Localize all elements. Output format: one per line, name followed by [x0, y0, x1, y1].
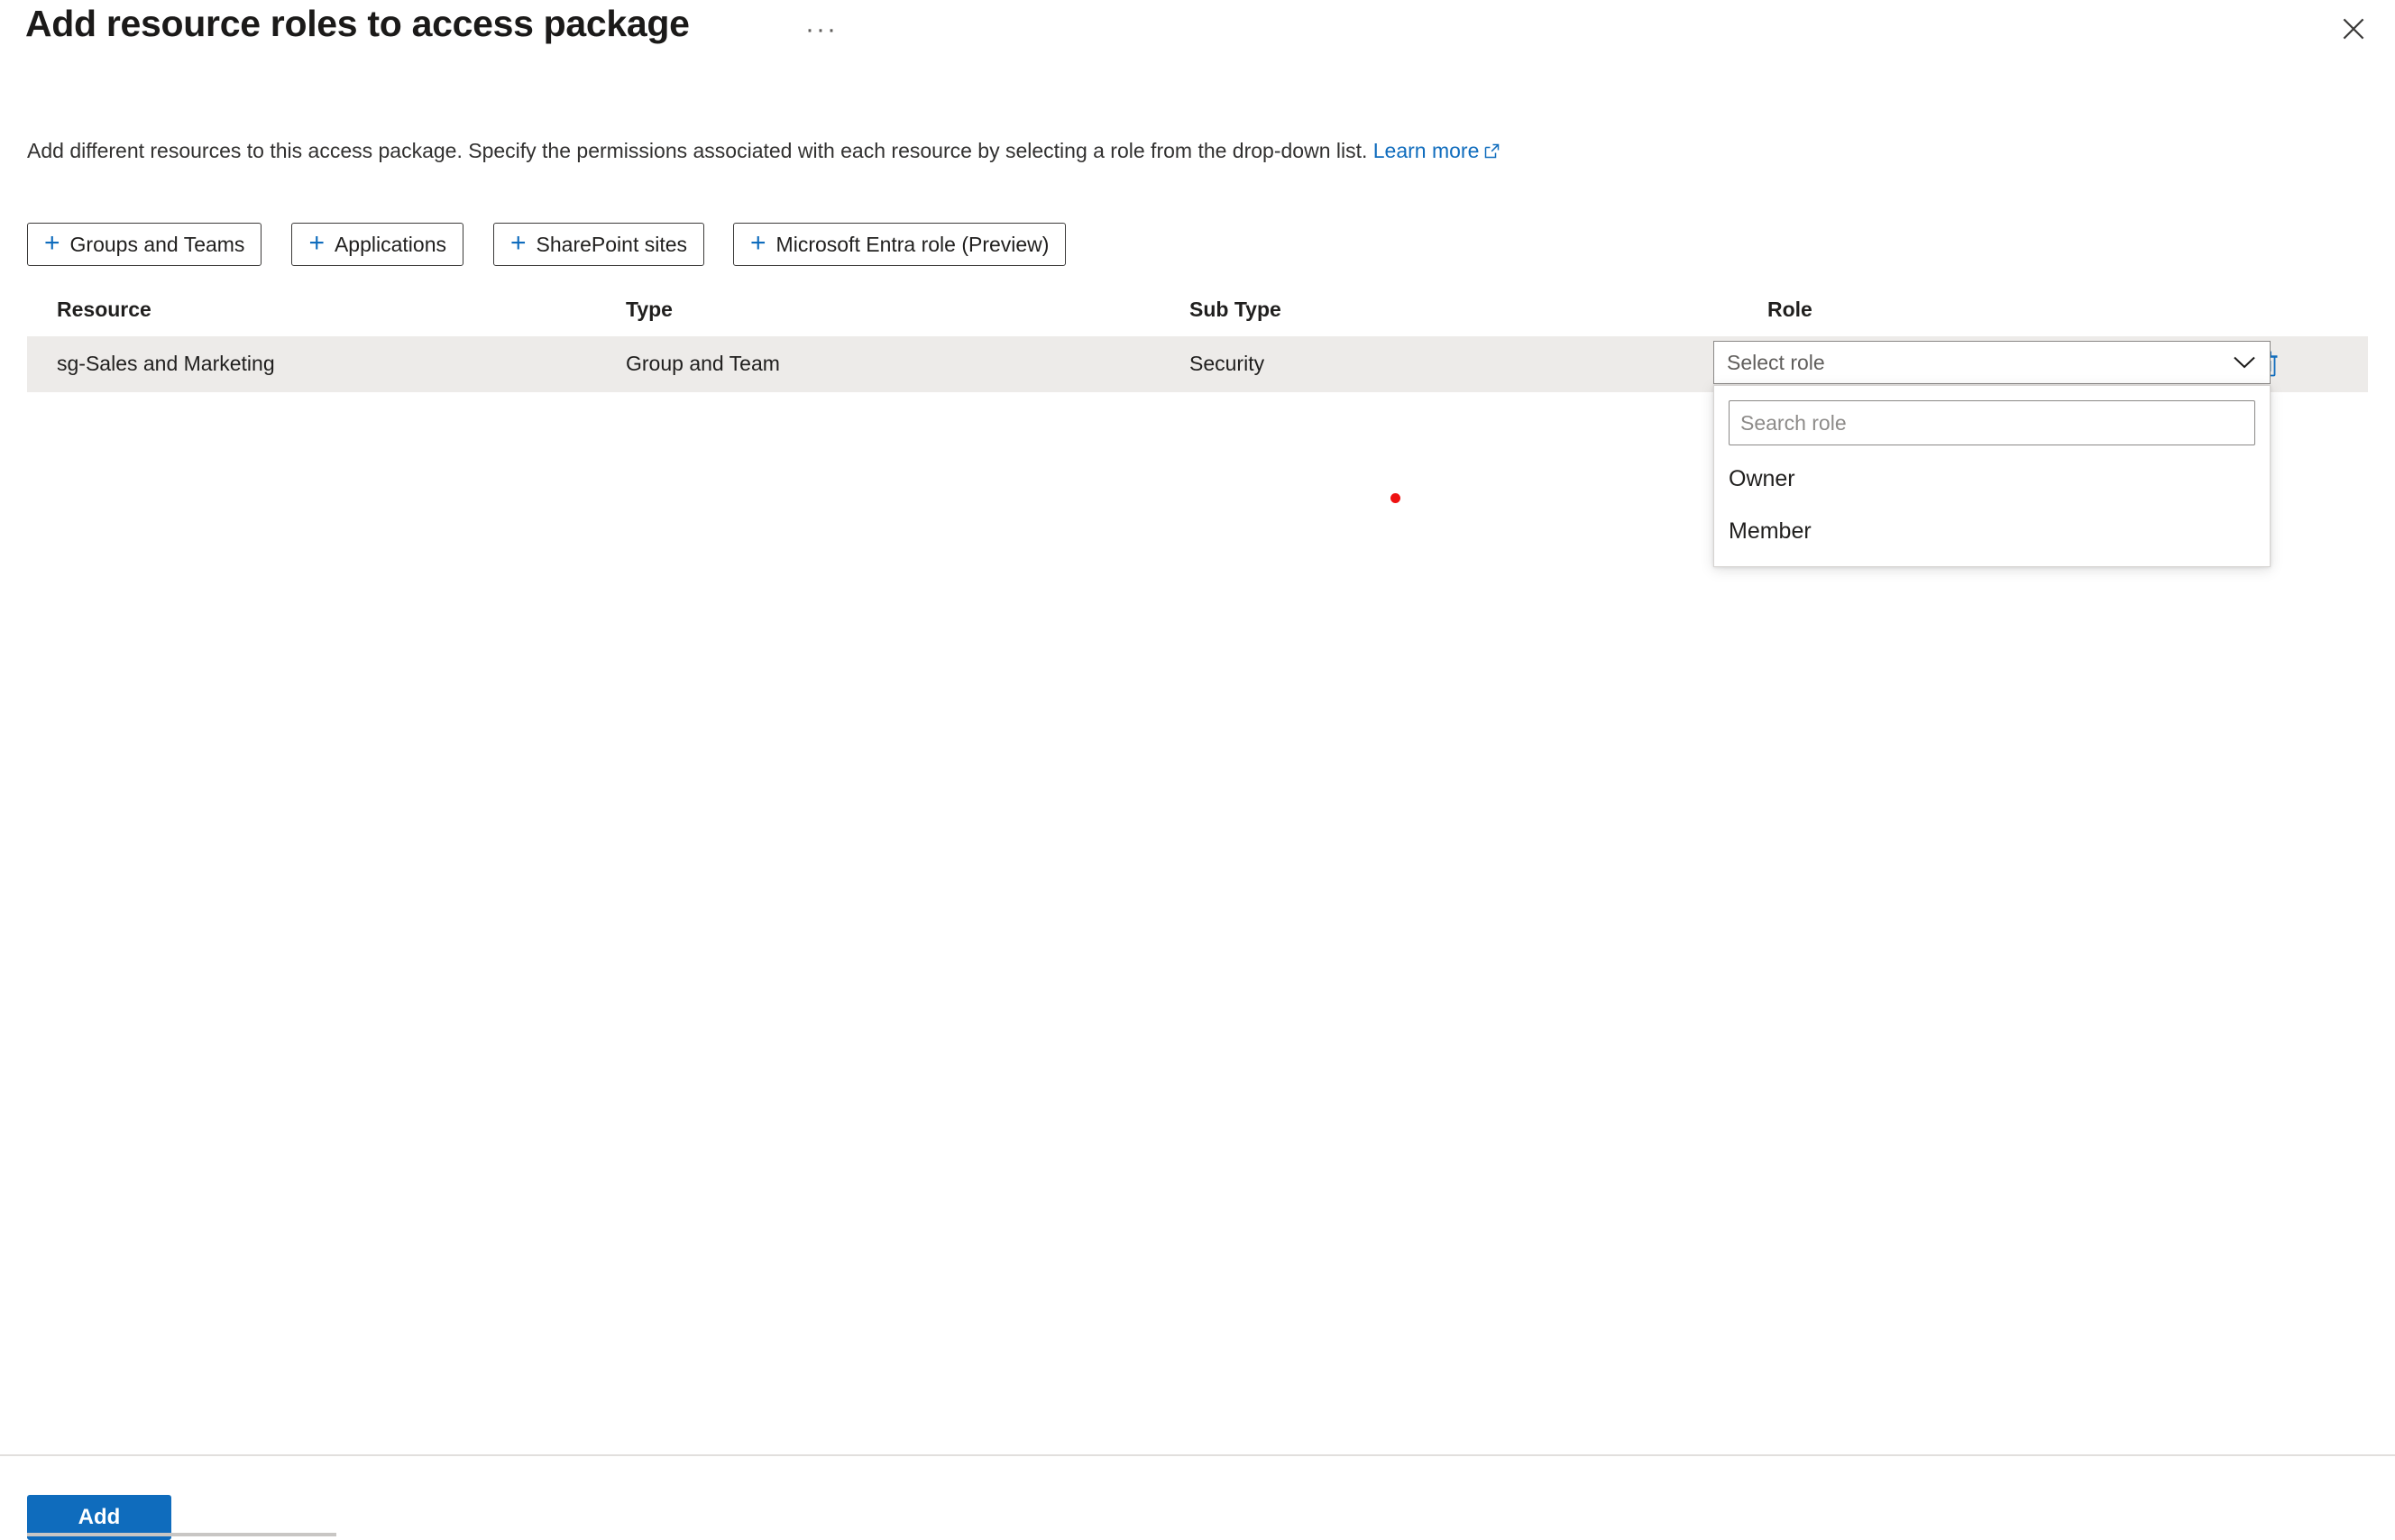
add-sharepoint-sites-label: SharePoint sites [536, 232, 688, 256]
footer-underline [27, 1533, 336, 1536]
column-header-sub-type: Sub Type [1189, 298, 1281, 321]
add-applications-label: Applications [334, 232, 446, 256]
add-groups-and-teams-label: Groups and Teams [69, 232, 245, 256]
add-groups-and-teams-button[interactable]: + Groups and Teams [27, 223, 262, 266]
role-option-member[interactable]: Member [1714, 505, 2270, 557]
plus-icon: + [308, 228, 325, 258]
role-search-input[interactable] [1729, 400, 2255, 445]
add-resource-command-bar: + Groups and Teams + Applications + Shar… [27, 223, 1067, 266]
plus-icon: + [750, 228, 766, 258]
chevron-down-icon[interactable] [2230, 348, 2259, 377]
table-header-row: Resource Type Sub Type Role [27, 287, 2368, 336]
close-icon [2342, 17, 2365, 41]
role-option-owner[interactable]: Owner [1714, 453, 2270, 505]
add-entra-role-button[interactable]: + Microsoft Entra role (Preview) [733, 223, 1067, 266]
column-header-type: Type [626, 298, 673, 321]
blade-header: Add resource roles to access package ··· [0, 0, 2395, 87]
plus-icon: + [44, 228, 60, 258]
role-dropdown-panel: Owner Member [1713, 385, 2271, 567]
cell-sub-type: Security [1189, 352, 1265, 375]
more-options-icon[interactable]: ··· [805, 16, 838, 43]
role-combobox-value: Select role [1727, 350, 1825, 374]
external-link-icon [1483, 139, 1500, 166]
blade-description: Add different resources to this access p… [27, 137, 1500, 166]
add-entra-role-label: Microsoft Entra role (Preview) [775, 232, 1050, 256]
column-header-resource: Resource [57, 298, 151, 321]
cursor-marker-dot [1390, 493, 1400, 503]
add-applications-button[interactable]: + Applications [291, 223, 463, 266]
role-select-cell: Select role Owner Member [1713, 341, 2271, 567]
description-text: Add different resources to this access p… [27, 139, 1368, 162]
page-title: Add resource roles to access package [25, 3, 690, 44]
plus-icon: + [510, 228, 527, 258]
cell-resource: sg-Sales and Marketing [57, 352, 275, 375]
cell-type: Group and Team [626, 352, 780, 375]
role-combobox[interactable]: Select role [1713, 341, 2271, 384]
learn-more-label: Learn more [1372, 139, 1480, 162]
learn-more-link[interactable]: Learn more [1373, 139, 1501, 162]
close-button[interactable] [2326, 4, 2381, 54]
add-sharepoint-sites-button[interactable]: + SharePoint sites [493, 223, 705, 266]
column-header-role: Role [1767, 298, 1812, 321]
role-search-wrapper [1714, 386, 2270, 453]
footer-divider [0, 1454, 2395, 1456]
